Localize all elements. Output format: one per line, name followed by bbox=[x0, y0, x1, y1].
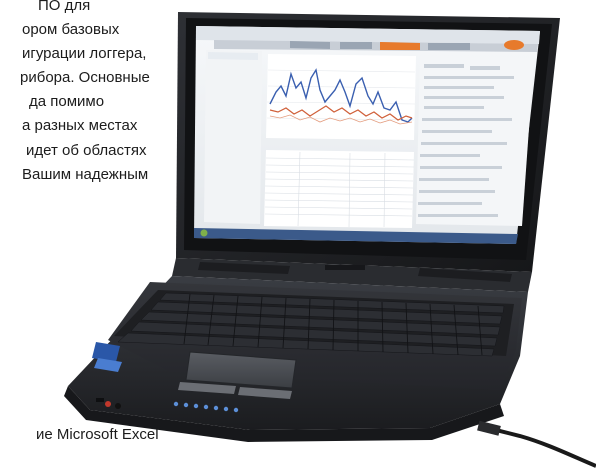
laptop-photo bbox=[64, 12, 596, 468]
usb-cable bbox=[477, 420, 596, 468]
laptop-screen bbox=[194, 26, 540, 244]
